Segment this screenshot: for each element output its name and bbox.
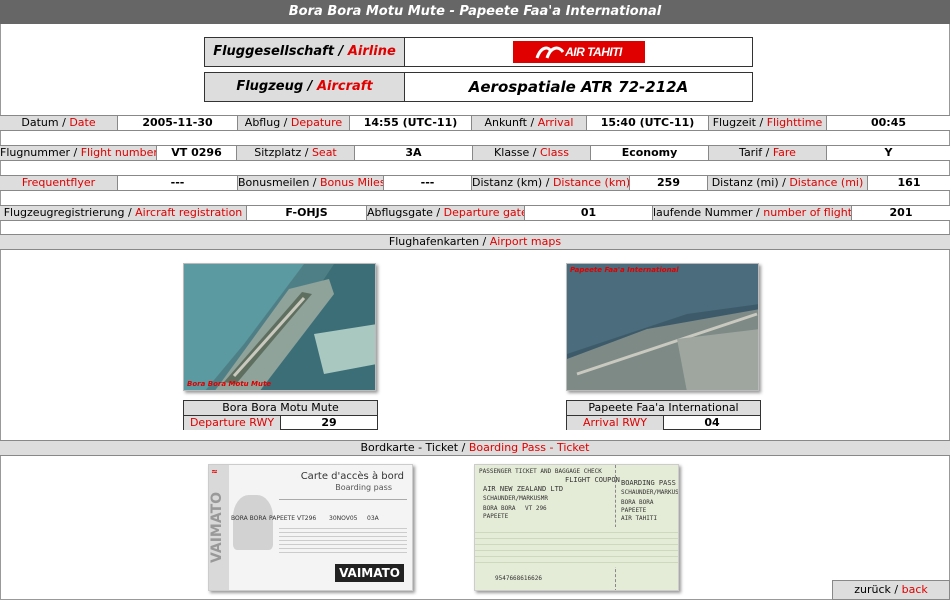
departure-map-label: Bora Bora Motu Mute [187,380,272,388]
airline-label: Fluggesellschaft / Airline [205,38,405,66]
flighttime-label: Flugzeit / Flighttime [709,116,827,130]
ticket-brand: VAIMATO [335,564,404,582]
fare-value: Y [827,146,950,160]
boarding-pass-image[interactable]: VAIMATO ≈ Carte d'accès à bord Boarding … [208,464,413,591]
flighttime-value: 00:45 [827,116,950,130]
aircraft-box: Flugzeug / Aircraft Aerospatiale ATR 72-… [204,72,753,102]
gate-value: 01 [525,206,653,220]
airline-box: Fluggesellschaft / Airline AIR TAHITI [204,37,753,67]
ticket-date: 30NOV05 [329,515,358,522]
fare-label: Tarif / Fare [709,146,827,160]
flight-count-label: laufende Nummer / number of flights [653,206,852,220]
info-row-miles: Frequentflyer --- Bonusmeilen / Bonus Mi… [0,175,950,191]
seat-value: 3A [355,146,473,160]
departure-airport-name: Bora Bora Motu Mute [184,401,377,416]
arrival-map-label: Papeete Faa'a International [570,266,679,274]
arrival-airport-name: Papeete Faa'a International [567,401,760,416]
date-label: Datum / Date [0,116,118,130]
departure-label: Abflug / Depature [238,116,350,130]
coupon-number: 9547668616626 [495,575,542,582]
ticket-from: BORA BORA [231,515,267,522]
info-row-date: Datum / Date 2005-11-30 Abflug / Depatur… [0,115,950,131]
departure-rwy-label: Departure RWY [184,416,281,430]
ticket-logo-icon: ≈ [211,467,218,476]
arrival-value: 15:40 (UTC-11) [587,116,709,130]
ticket-to: PAPEETE [269,515,295,522]
ticket-title-fr: Carte d'accès à bord [300,471,404,482]
departure-caption: Bora Bora Motu Mute Departure RWY 29 [183,400,378,430]
arrival-map-image [567,264,758,390]
back-link[interactable]: back [902,583,928,596]
bonus-miles-value: --- [384,176,472,190]
arrival-caption: Papeete Faa'a International Arrival RWY … [566,400,761,430]
departure-airport-map[interactable]: Bora Bora Motu Mute [183,263,376,391]
flight-coupon-image[interactable]: PASSENGER TICKET AND BAGGAGE CHECK FLIGH… [474,464,679,591]
departure-rwy-value: 29 [321,416,337,429]
flight-number-label: Flugnummer / Flight number [0,146,157,160]
info-row-registration: Flugzeugregistrierung / Aircraft registr… [0,205,950,221]
date-value: 2005-11-30 [118,116,238,130]
airline-logo: AIR TAHITI [405,38,752,66]
distance-mi-label: Distanz (mi) / Distance (mi) [708,176,868,190]
boarding-pass-header: Bordkarte - Ticket / Boarding Pass - Tic… [0,440,950,456]
aircraft-label: Flugzeug / Aircraft [205,73,405,101]
page-title: Bora Bora Motu Mute - Papeete Faa'a Inte… [0,0,950,24]
arrival-rwy-value: 04 [704,416,720,429]
frequentflyer-label: Frequentflyer [0,176,118,190]
arrival-rwy-label: Arrival RWY [567,416,664,430]
distance-mi-value: 161 [868,176,950,190]
registration-label: Flugzeugregistrierung / Aircraft registr… [0,206,247,220]
departure-value: 14:55 (UTC-11) [350,116,472,130]
frequentflyer-value: --- [118,176,238,190]
seat-label: Sitzplatz / Seat [237,146,355,160]
flight-number-value: VT 0296 [157,146,237,160]
bonus-miles-label: Bonusmeilen / Bonus Miles [238,176,384,190]
arrival-label: Ankunft / Arrival [472,116,587,130]
info-row-flight: Flugnummer / Flight number VT 0296 Sitzp… [0,145,950,161]
distance-km-label: Distanz (km) / Distance (km) [472,176,630,190]
class-label: Klasse / Class [473,146,591,160]
arrival-airport-map[interactable]: Papeete Faa'a International [566,263,759,391]
air-tahiti-logo-icon [535,46,565,59]
aircraft-value: Aerospatiale ATR 72-212A [468,78,689,96]
registration-value: F-OHJS [247,206,367,220]
back-button[interactable]: zurück / back [832,580,950,600]
ticket-seat: 03A [367,515,379,522]
airport-maps-header: Flughafenkarten / Airport maps [0,234,950,250]
gate-label: Abflugsgate / Departure gate [367,206,525,220]
ticket-flight: VT296 [297,515,317,522]
distance-km-value: 259 [630,176,708,190]
departure-map-image [184,264,375,390]
class-value: Economy [591,146,709,160]
ticket-side-text: VAIMATO [209,491,225,563]
flight-count-value: 201 [852,206,950,220]
ticket-title-en: Boarding pass [335,483,392,492]
